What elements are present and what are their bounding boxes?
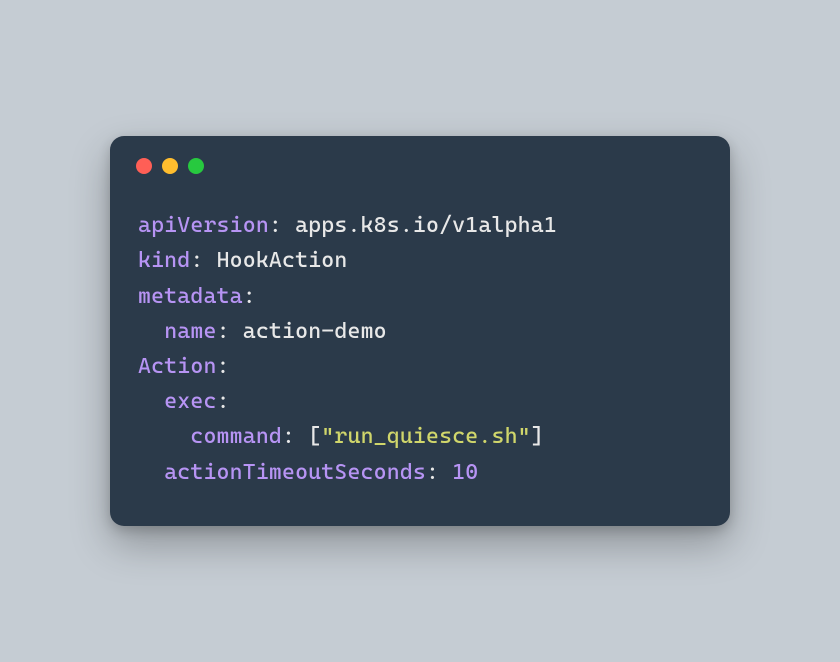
- close-icon[interactable]: [136, 158, 152, 174]
- yaml-key-timeout: actionTimeoutSeconds: [164, 460, 426, 485]
- terminal-window: apiVersion: apps.k8s.io/v1alpha1 kind: H…: [110, 136, 730, 526]
- yaml-val-apiversion: apps.k8s.io/v1alpha1: [295, 213, 557, 238]
- yaml-key-apiversion: apiVersion: [138, 213, 269, 238]
- bracket-open: [: [308, 424, 321, 449]
- window-titlebar: [110, 136, 730, 190]
- colon: :: [217, 319, 230, 344]
- space: [295, 424, 308, 449]
- yaml-key-metadata: metadata: [138, 284, 243, 309]
- space: [230, 319, 243, 344]
- yaml-val-name: action-demo: [243, 319, 387, 344]
- yaml-val-timeout: 10: [452, 460, 478, 485]
- yaml-key-kind: kind: [138, 248, 190, 273]
- yaml-key-name: name: [164, 319, 216, 344]
- colon: :: [217, 354, 230, 379]
- colon: :: [217, 389, 230, 414]
- yaml-key-command: command: [190, 424, 282, 449]
- yaml-key-exec: exec: [164, 389, 216, 414]
- maximize-icon[interactable]: [188, 158, 204, 174]
- space: [282, 213, 295, 238]
- indent: [138, 424, 190, 449]
- yaml-key-action: Action: [138, 354, 217, 379]
- indent: [138, 460, 164, 485]
- indent: [138, 389, 164, 414]
- minimize-icon[interactable]: [162, 158, 178, 174]
- space: [203, 248, 216, 273]
- bracket-close: ]: [531, 424, 544, 449]
- yaml-val-kind: HookAction: [217, 248, 348, 273]
- colon: :: [426, 460, 439, 485]
- colon: :: [269, 213, 282, 238]
- colon: :: [190, 248, 203, 273]
- space: [439, 460, 452, 485]
- indent: [138, 319, 164, 344]
- code-block: apiVersion: apps.k8s.io/v1alpha1 kind: H…: [110, 190, 730, 490]
- yaml-val-command: "run_quiesce.sh": [321, 424, 530, 449]
- colon: :: [243, 284, 256, 309]
- colon: :: [282, 424, 295, 449]
